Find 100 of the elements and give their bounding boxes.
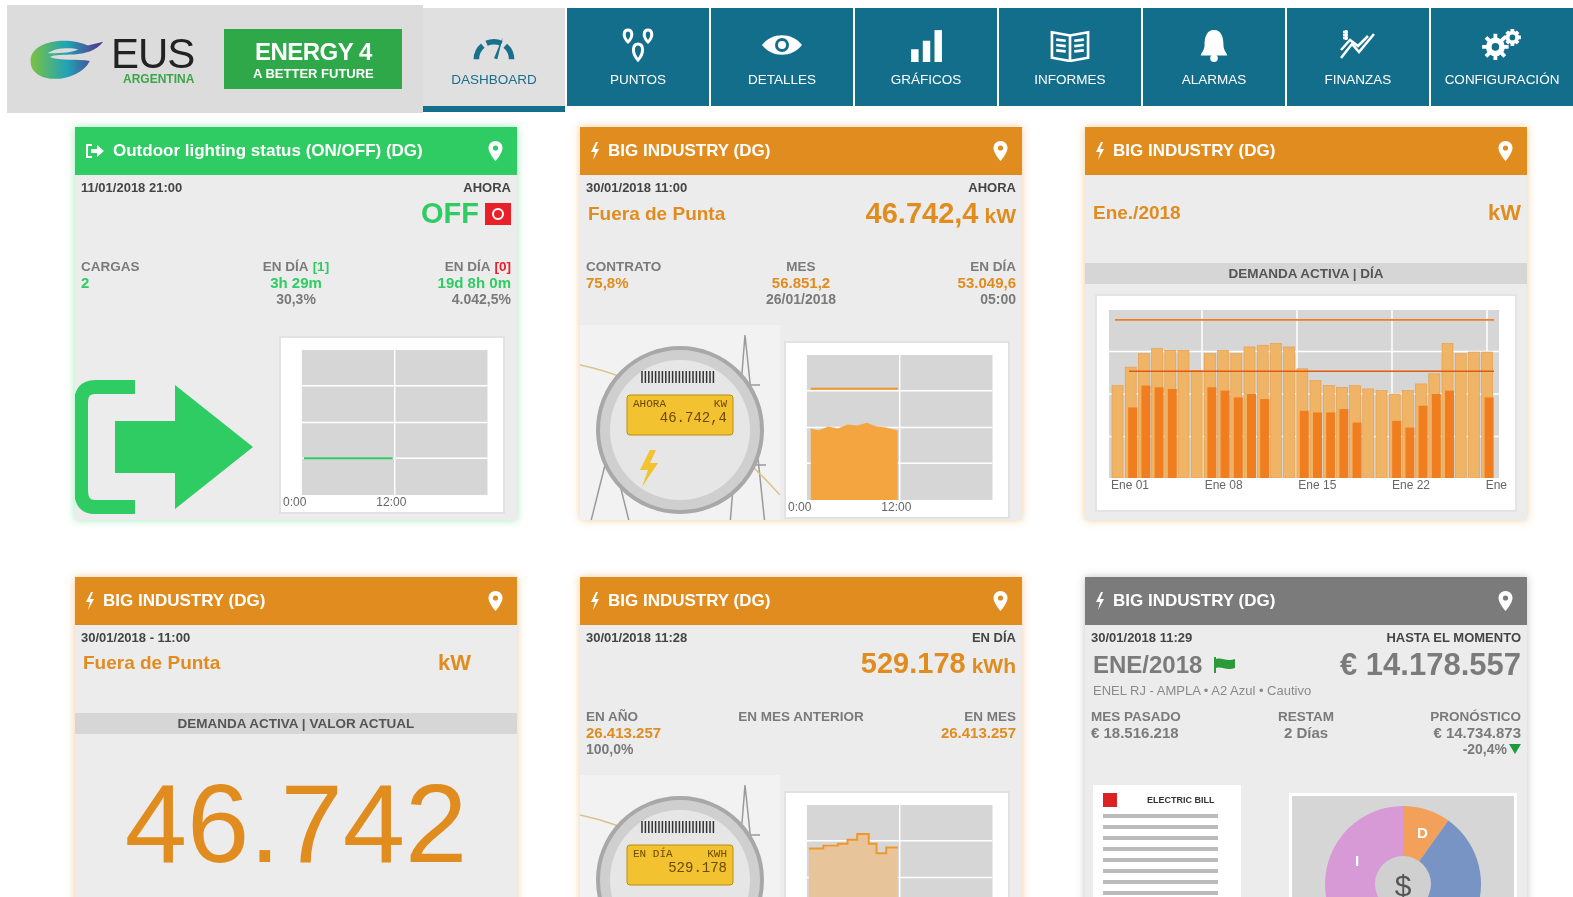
timestamp: 30/01/2018 11:28: [586, 630, 688, 647]
axis-label: 0:00: [283, 495, 307, 509]
period-label: Fuera de Punta: [83, 652, 221, 674]
axis-label: 12:00: [376, 495, 407, 509]
stat-label: EN DÍA: [444, 259, 491, 274]
section-header: DEMANDA ACTIVA | VALOR ACTUAL: [75, 713, 517, 734]
lightning-icon: [1095, 592, 1105, 610]
card-title: Outdoor lighting status (ON/OFF) (DG): [113, 141, 424, 161]
slice-label: D: [1417, 824, 1428, 841]
lcd-unit: KW: [713, 398, 727, 410]
value-caption: EN DÍA: [971, 630, 1016, 647]
lcd-label: AHORA: [633, 398, 666, 410]
location-pin-icon[interactable]: [1498, 591, 1513, 611]
lcd-value: 46.742,4: [658, 410, 727, 426]
period-label: ENE/2018: [1093, 651, 1203, 679]
stat-value: 56.851,2: [771, 274, 831, 291]
location-pin-icon[interactable]: [488, 141, 503, 161]
timestamp: 11/01/2018 21:00: [81, 180, 183, 197]
nav-tab[interactable]: GRÁFICOS: [855, 8, 997, 106]
nav-tab[interactable]: DETALLES: [711, 8, 853, 106]
card-title: BIG INDUSTRY (DG): [1113, 141, 1277, 161]
nav-tab[interactable]: DASHBOARD: [423, 8, 565, 112]
card-title: BIG INDUSTRY (DG): [1113, 591, 1277, 611]
unit-label: kW: [1488, 200, 1521, 226]
axis-label: 12:00: [881, 500, 912, 514]
main-value: € 14.178.557: [1340, 647, 1521, 683]
lcd-unit: KWH: [707, 848, 727, 860]
stat-label: EN MES: [964, 709, 1016, 724]
stat-label: CONTRATO: [586, 259, 662, 274]
current-value: 46.742: [123, 768, 469, 880]
section-header: DEMANDA ACTIVA | DÍA: [1085, 263, 1527, 284]
stat-label: EN MES ANTERIOR: [738, 709, 864, 724]
stat-label: MES: [786, 259, 816, 274]
main-value: 529.178: [860, 647, 966, 680]
period-label: Fuera de Punta: [588, 202, 726, 225]
stat-subvalue: 26/01/2018: [765, 291, 837, 307]
unit-label: kWh: [971, 654, 1016, 678]
stat-tag: [0]: [494, 259, 511, 274]
value-caption: AHORA: [463, 180, 511, 197]
stat-value: € 14.734.873: [1433, 724, 1521, 741]
chart-bar: [1326, 412, 1336, 478]
stat-value: 26.413.257: [586, 724, 662, 741]
location-pin-icon[interactable]: [1498, 141, 1513, 161]
nav-tab[interactable]: FINANZAS: [1287, 8, 1429, 106]
exit-arrow-icon: [85, 143, 105, 159]
stat-label: MES PASADO: [1091, 709, 1181, 724]
location-pin-icon[interactable]: [488, 591, 503, 611]
stat-value: 3h 29m: [270, 274, 322, 291]
exit-arrow-icon: [75, 379, 255, 514]
unit-label: kW: [438, 650, 471, 676]
slice-label: I: [1355, 852, 1360, 869]
stat-value: 26.413.257: [940, 724, 1016, 741]
card-title: BIG INDUSTRY (DG): [608, 591, 772, 611]
timestamp: 30/01/2018 - 11:00: [81, 630, 191, 647]
axis-label: Ene 01: [1111, 478, 1150, 492]
stat-value: 2 Días: [1283, 724, 1329, 741]
timestamp: 30/01/2018 11:29: [1091, 630, 1193, 647]
unit-label: kW: [984, 204, 1016, 228]
chart-bar: [1339, 409, 1349, 478]
stat-subvalue: 30,3%: [276, 291, 316, 307]
lightning-icon: [85, 592, 95, 610]
stat-subvalue: 05:00: [980, 291, 1016, 307]
nav-tab[interactable]: ALARMAS: [1143, 8, 1285, 106]
axis-label: 0:00: [788, 500, 812, 514]
main-value: 46.742,4: [865, 197, 979, 230]
stat-value: 53.049,6: [957, 274, 1016, 291]
stat-label: RESTAM: [1278, 709, 1334, 724]
stat-label: CARGAS: [81, 259, 140, 274]
bill-heading: ELECTRIC BILL: [1147, 795, 1215, 805]
bill-logo-icon: [1103, 793, 1117, 807]
stat-label: EN DÍA: [970, 259, 1016, 274]
stat-subvalue: 4.042,5%: [451, 291, 511, 307]
axis-label: Ene 08: [1204, 478, 1243, 492]
brand-subtitle: ARGENTINA: [122, 73, 195, 85]
stat-subvalue: 100,0%: [586, 741, 634, 757]
nav-tab[interactable]: INFORMES: [999, 8, 1141, 106]
card-title: BIG INDUSTRY (DG): [608, 141, 772, 161]
slogan-title: ENERGY 4: [254, 37, 372, 66]
period-label: Ene./2018: [1093, 202, 1181, 224]
lightning-icon: [590, 142, 600, 160]
stat-label: EN AÑO: [586, 709, 638, 724]
stat-tag: [1]: [312, 259, 330, 274]
axis-label: Ene: [1485, 478, 1507, 492]
nav-tab[interactable]: CONFIGURACIÓN: [1431, 8, 1573, 106]
timestamp: 30/01/2018 11:00: [586, 180, 688, 197]
location-pin-icon[interactable]: [993, 141, 1008, 161]
stat-label: PRONÓSTICO: [1430, 709, 1521, 724]
stat-label: EN DÍA: [262, 259, 309, 274]
flag-icon: [1214, 657, 1237, 673]
lcd-label: EN DÍA: [633, 848, 673, 860]
location-pin-icon[interactable]: [993, 591, 1008, 611]
axis-label: Ene 15: [1298, 478, 1337, 492]
nav-tab[interactable]: PUNTOS: [567, 8, 709, 106]
lightning-icon: [590, 592, 600, 610]
tariff-info: ENEL RJ - AMPLA • A2 Azul • Cautivo: [1092, 683, 1313, 698]
stat-value: 75,8%: [586, 274, 629, 291]
lightning-icon: [1095, 142, 1105, 160]
axis-label: Ene 22: [1391, 478, 1430, 492]
stat-value: 19d 8h 0m: [437, 274, 511, 291]
stat-subvalue: -20,4%: [1462, 741, 1507, 757]
